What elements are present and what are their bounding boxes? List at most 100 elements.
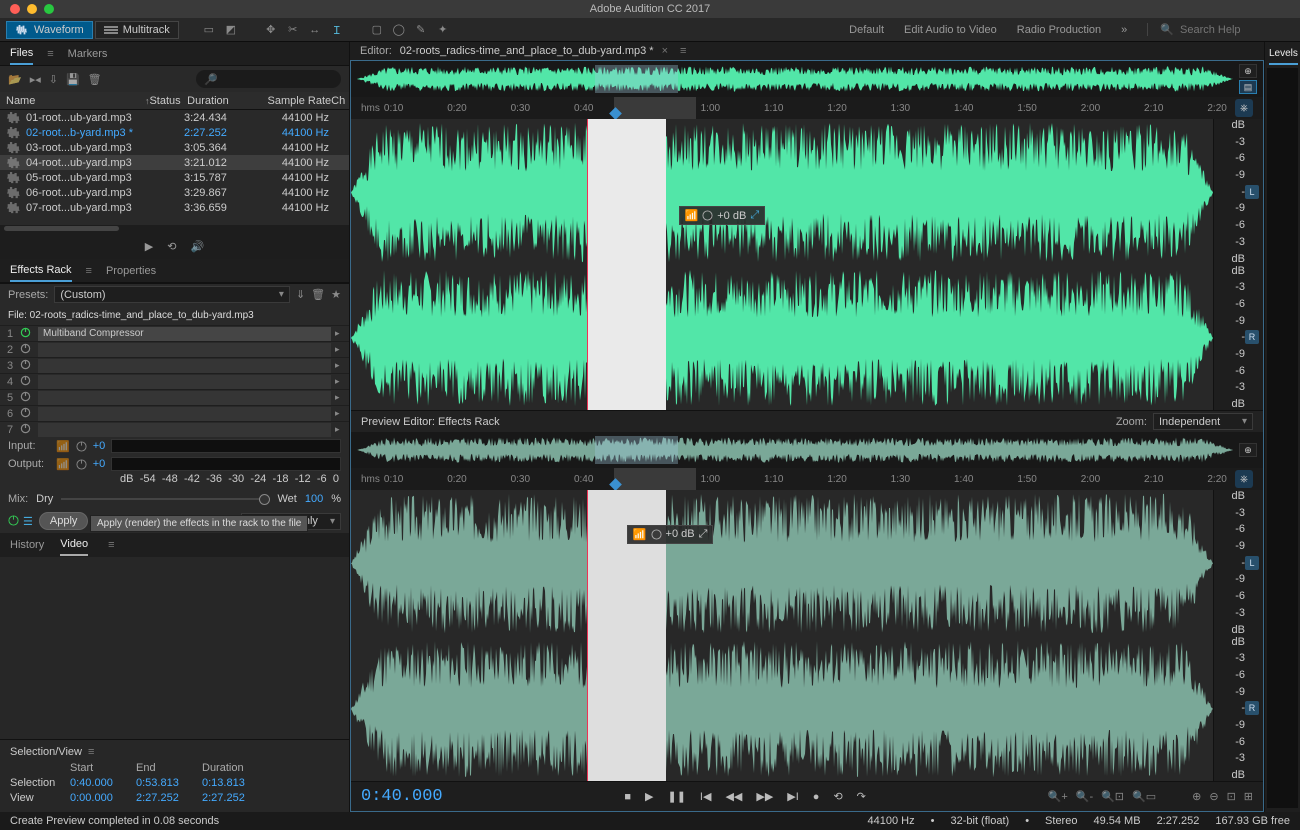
editor-menu-icon[interactable]: ≡	[680, 45, 686, 57]
slot-expand-icon[interactable]: ▸	[335, 376, 349, 387]
slot-effect-name[interactable]	[38, 343, 331, 357]
zoom-full-icon[interactable]: 🔍⊡	[1101, 790, 1124, 803]
multitrack-mode-button[interactable]: Multitrack	[95, 21, 179, 39]
mix-slider[interactable]	[61, 498, 269, 500]
view-end[interactable]: 2:27.252	[136, 792, 198, 804]
delete-icon[interactable]: 🗑	[88, 73, 102, 86]
lasso-tool-icon[interactable]: ◯	[389, 20, 409, 40]
tab-files[interactable]: Files	[10, 43, 33, 65]
delete-preset-icon[interactable]: 🗑	[311, 288, 325, 301]
waveview-icon[interactable]: ▤	[1239, 80, 1257, 94]
rewind-icon[interactable]: ◀◀	[725, 790, 742, 803]
slip-tool-icon[interactable]: ↔	[305, 20, 325, 40]
move-tool-icon[interactable]: ✥	[261, 20, 281, 40]
effect-slot[interactable]: 2 ▸	[0, 341, 349, 357]
close-file-icon[interactable]: ×	[662, 45, 668, 57]
slot-expand-icon[interactable]: ▸	[335, 392, 349, 403]
zoom-opt-icon[interactable]: ⊞	[1244, 790, 1253, 803]
files-columns-header[interactable]: Name ↑ Status Duration Sample Rate Ch	[0, 92, 349, 110]
zoom-in-v-icon[interactable]: ⊕	[1192, 790, 1201, 803]
workspace-overflow-icon[interactable]: »	[1121, 24, 1127, 36]
slot-expand-icon[interactable]: ▸	[335, 408, 349, 419]
effect-slot[interactable]: 3 ▸	[0, 357, 349, 373]
input-knob-icon[interactable]	[76, 441, 87, 452]
slot-expand-icon[interactable]: ▸	[335, 328, 349, 339]
main-waveform-view[interactable]: 📶 +0 dB ⤢	[351, 119, 1213, 410]
go-start-icon[interactable]: I◀	[700, 790, 712, 803]
save-preset-icon[interactable]: ⇓	[296, 288, 305, 301]
presets-combo[interactable]: (Custom)	[54, 286, 290, 303]
tab-properties[interactable]: Properties	[106, 261, 156, 281]
file-row[interactable]: 05-root...ub-yard.mp3 3:15.78744100 Hz	[0, 170, 349, 185]
file-row[interactable]: 03-root...ub-yard.mp3 3:05.36444100 Hz	[0, 140, 349, 155]
slot-effect-name[interactable]	[38, 359, 331, 373]
zoom-out-v-icon[interactable]: ⊖	[1209, 790, 1218, 803]
rack-power-icon[interactable]	[8, 515, 19, 526]
gain-hud-preview[interactable]: 📶 +0 dB ⤢	[627, 525, 714, 544]
input-gain-value[interactable]: +0	[93, 440, 106, 452]
slot-power-icon[interactable]	[20, 407, 38, 421]
preview-pan-icon[interactable]: ⊕	[1239, 443, 1257, 457]
sel-end[interactable]: 0:53.813	[136, 777, 198, 789]
main-overview[interactable]: ⊕ ▤	[351, 61, 1263, 97]
slot-power-icon[interactable]	[20, 359, 38, 373]
hud-expand-icon[interactable]: ⤢	[699, 528, 708, 541]
rack-view-icon[interactable]: ☰	[23, 515, 33, 528]
files-loop-icon[interactable]: ⟲	[167, 240, 176, 253]
files-filter-input[interactable]	[218, 73, 333, 85]
view-dur[interactable]: 2:27.252	[202, 792, 264, 804]
files-scrollbar[interactable]	[0, 225, 349, 233]
slot-power-icon[interactable]	[20, 327, 38, 341]
spot-heal-tool-icon[interactable]: ✦	[433, 20, 453, 40]
new-file-icon[interactable]: ▸◂	[30, 73, 41, 86]
window-zoom-button[interactable]	[44, 4, 54, 14]
marquee-tool-icon[interactable]: ▢	[367, 20, 387, 40]
slot-expand-icon[interactable]: ▸	[335, 360, 349, 371]
slot-expand-icon[interactable]: ▸	[335, 424, 349, 435]
workspace-radio[interactable]: Radio Production	[1017, 24, 1101, 36]
zoom-sel-icon[interactable]: 🔍▭	[1132, 790, 1156, 803]
files-autoplay-icon[interactable]: 🔊	[190, 240, 204, 253]
tab-effects-rack[interactable]: Effects Rack	[10, 260, 72, 282]
slot-effect-name[interactable]	[38, 423, 331, 437]
window-minimize-button[interactable]	[27, 4, 37, 14]
tab-markers[interactable]: Markers	[68, 44, 108, 64]
workspace-default[interactable]: Default	[849, 24, 884, 36]
output-gain-value[interactable]: +0	[93, 458, 106, 470]
stop-icon[interactable]: ■	[624, 791, 631, 803]
slot-power-icon[interactable]	[20, 391, 38, 405]
sel-start[interactable]: 0:40.000	[70, 777, 132, 789]
slot-power-icon[interactable]	[20, 343, 38, 357]
files-menu-icon[interactable]: ≡	[47, 48, 53, 60]
output-knob-icon[interactable]	[76, 459, 87, 470]
waveform-mode-button[interactable]: Waveform	[6, 21, 93, 39]
preview-timeline[interactable]: hms 0:100:200:300:400:501:001:101:201:30…	[351, 468, 1263, 490]
search-help-input[interactable]	[1180, 24, 1280, 36]
tab-levels[interactable]: Levels	[1269, 44, 1298, 65]
history-menu-icon[interactable]: ≡	[108, 539, 114, 551]
selview-menu-icon[interactable]: ≡	[88, 746, 94, 758]
hud-expand-icon[interactable]: ⤢	[750, 209, 759, 222]
pan-icon[interactable]: ⊕	[1239, 64, 1257, 78]
preview-overview[interactable]: ⊕	[351, 432, 1263, 468]
forward-icon[interactable]: ▶▶	[756, 790, 773, 803]
brush-tool-icon[interactable]: ✎	[411, 20, 431, 40]
slot-expand-icon[interactable]: ▸	[335, 344, 349, 355]
time-selection-tool-icon[interactable]: Ｉ	[327, 20, 347, 40]
play-icon[interactable]: ▶	[645, 790, 653, 803]
file-row[interactable]: 04-root...ub-yard.mp3 3:21.01244100 Hz	[0, 155, 349, 170]
preview-waveform-view[interactable]: 📶 +0 dB ⤢	[351, 490, 1213, 781]
skip-icon[interactable]: ↷	[857, 790, 866, 803]
preview-pin-icon[interactable]: ⎈	[1235, 470, 1253, 488]
files-play-icon[interactable]: ▶	[145, 240, 153, 253]
zoom-combo[interactable]: Independent	[1153, 413, 1253, 430]
effect-slot[interactable]: 7 ▸	[0, 421, 349, 437]
slot-effect-name[interactable]	[38, 407, 331, 421]
import-icon[interactable]: ⇩	[49, 73, 58, 86]
effects-menu-icon[interactable]: ≡	[86, 265, 92, 277]
effect-slot[interactable]: 5 ▸	[0, 389, 349, 405]
file-row[interactable]: 02-root...b-yard.mp3 * 2:27.25244100 Hz	[0, 125, 349, 140]
pin-icon[interactable]: ⎈	[1235, 99, 1253, 117]
zoom-in-icon[interactable]: 🔍+	[1048, 790, 1068, 803]
main-timeline[interactable]: hms 0:100:200:300:400:501:001:101:201:30…	[351, 97, 1263, 119]
